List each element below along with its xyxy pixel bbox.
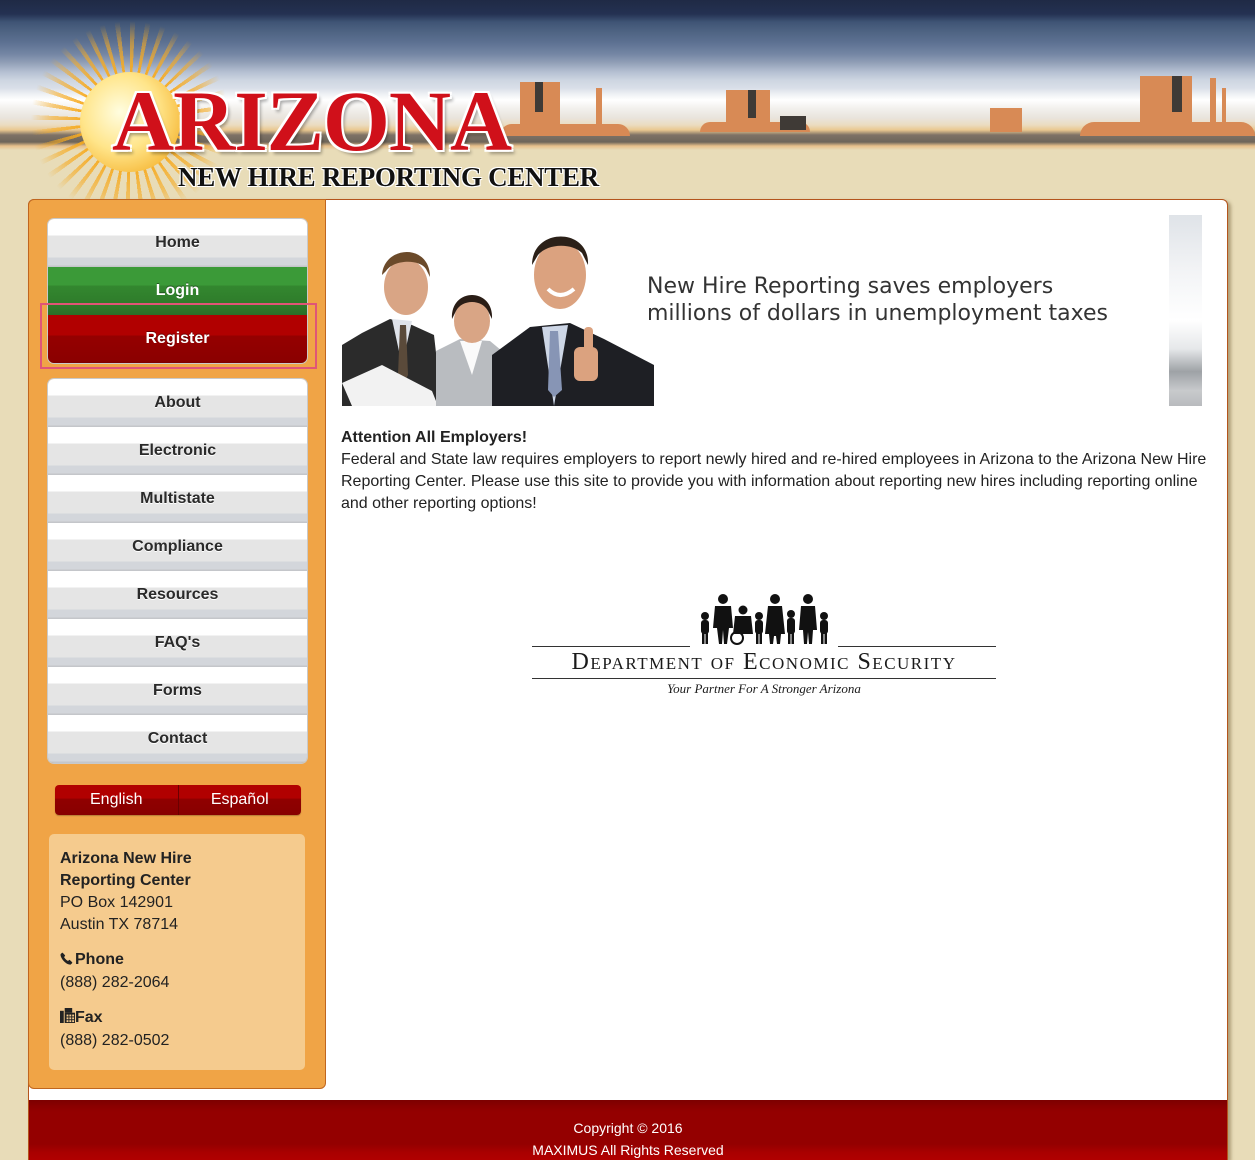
site-header: ARIZONA NEW HIRE REPORTING CENTER	[0, 0, 1255, 200]
contact-info-box: Arizona New Hire Reporting Center PO Box…	[49, 834, 305, 1070]
banner-tagline: New Hire Reporting saves employers milli…	[647, 273, 1108, 327]
notice-heading: Attention All Employers!	[341, 429, 528, 446]
site-title[interactable]: ARIZONA	[112, 78, 512, 164]
contact-org-line2: Reporting Center	[60, 872, 191, 889]
contact-address-line1: PO Box 142901	[60, 894, 173, 911]
secondary-nav: About Electronic Multistate Compliance R…	[48, 379, 307, 763]
nav-forms[interactable]: Forms	[48, 667, 307, 715]
nav-faqs[interactable]: FAQ's	[48, 619, 307, 667]
phone-icon	[60, 950, 75, 972]
fax-icon	[60, 1008, 75, 1030]
family-silhouette-icon	[701, 594, 828, 645]
banner-calculator-image-edge	[1169, 215, 1202, 406]
nav-login[interactable]: Login	[48, 267, 307, 315]
nav-about[interactable]: About	[48, 379, 307, 427]
nav-contact[interactable]: Contact	[48, 715, 307, 763]
nav-multistate[interactable]: Multistate	[48, 475, 307, 523]
contact-phone-heading: Phone	[60, 949, 294, 972]
primary-nav: Home Login Register	[48, 219, 307, 363]
contact-org-line1: Arizona New Hire	[60, 850, 192, 867]
language-switcher: English Español	[55, 785, 301, 815]
contact-fax-heading: Fax	[60, 1007, 294, 1030]
nav-register[interactable]: Register	[48, 315, 307, 363]
banner-tagline-line1: New Hire Reporting saves employers	[647, 274, 1054, 299]
language-espanol-button[interactable]: Español	[177, 785, 301, 815]
nav-resources[interactable]: Resources	[48, 571, 307, 619]
site-subtitle: NEW HIRE REPORTING CENTER	[178, 162, 599, 192]
contact-fax-number: (888) 282-0502	[60, 1032, 170, 1049]
site-footer: Copyright © 2016 MAXIMUS All Rights Rese…	[29, 1100, 1227, 1160]
des-logo[interactable]: Department of Economic Security Your Par…	[532, 594, 996, 700]
business-people-photo	[342, 236, 654, 406]
employer-notice: Attention All Employers! Federal and Sta…	[341, 427, 1211, 515]
contact-phone-number: (888) 282-2064	[60, 974, 170, 991]
nav-home[interactable]: Home	[48, 219, 307, 267]
contact-fax-label: Fax	[75, 1009, 103, 1026]
contact-address-line2: Austin TX 78714	[60, 916, 179, 933]
banner-tagline-line2: millions of dollars in unemployment taxe…	[647, 301, 1109, 326]
contact-phone-label: Phone	[75, 951, 124, 968]
notice-body: Federal and State law requires employers…	[341, 451, 1207, 512]
footer-rights: MAXIMUS All Rights Reserved	[532, 1142, 724, 1158]
hero-banner: New Hire Reporting saves employers milli…	[342, 215, 1202, 406]
des-logo-tagline: Your Partner For A Stronger Arizona	[667, 681, 861, 696]
language-english-button[interactable]: English	[55, 785, 178, 815]
nav-electronic[interactable]: Electronic	[48, 427, 307, 475]
sidebar: Home Login Register About Electronic Mul…	[28, 199, 326, 1089]
nav-compliance[interactable]: Compliance	[48, 523, 307, 571]
des-logo-title: Department of Economic Security	[571, 649, 957, 675]
footer-copyright: Copyright © 2016	[573, 1120, 683, 1136]
